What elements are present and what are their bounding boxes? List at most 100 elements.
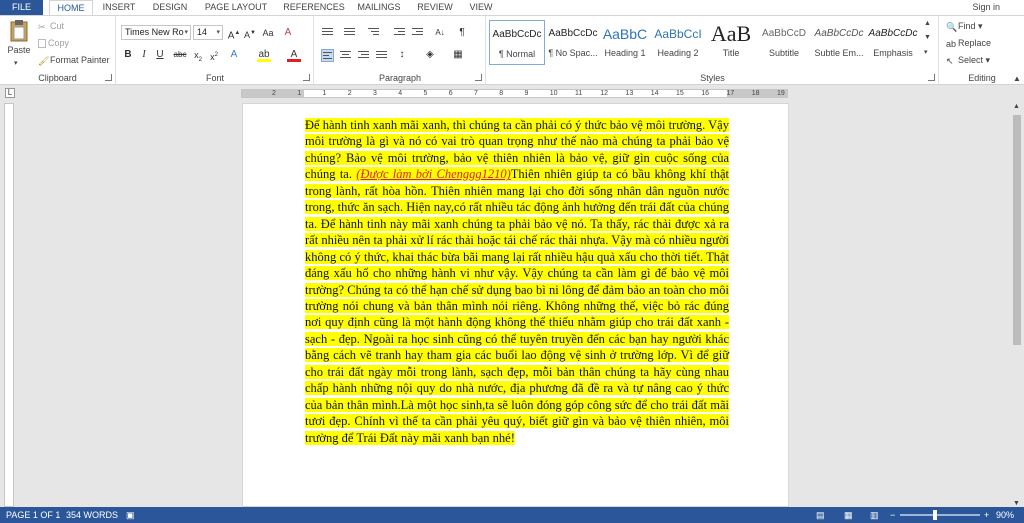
zoom-out-icon[interactable]: − (890, 507, 895, 523)
tab-home[interactable]: HOME (49, 0, 93, 15)
style-normal[interactable]: AaBbCcDc ¶ Normal (489, 20, 545, 65)
tab-file[interactable]: FILE (0, 0, 43, 15)
bold-button[interactable]: B (121, 48, 135, 62)
shrink-font-button[interactable]: A▼ (243, 26, 257, 40)
select-button[interactable]: ↖ Select ▾ (946, 55, 990, 66)
increase-indent-button[interactable] (411, 26, 424, 39)
horizontal-ruler: L 2 1 1 2 3 4 5 6 7 8 9 10 11 12 13 14 15 16 17 18 19 (0, 86, 1024, 101)
superscript-button[interactable]: x2 (207, 48, 221, 62)
find-button[interactable]: 🔍Find ▾ (946, 21, 983, 32)
shading-button[interactable]: ◈ (423, 48, 437, 62)
text-effects-button[interactable]: A (227, 48, 241, 62)
ruler-tick-label: 17 (726, 90, 735, 97)
sort-button[interactable]: A↓ (433, 26, 447, 40)
scroll-up-icon[interactable]: ▲ (1013, 103, 1020, 110)
underline-button[interactable]: U (153, 48, 167, 62)
clear-formatting-button[interactable]: A (281, 26, 295, 40)
style-heading-2[interactable]: AaBbCcI Heading 2 (650, 20, 706, 65)
tab-references[interactable]: REFERENCES (280, 0, 348, 15)
format-painter-button[interactable]: 🖌Format Painter (38, 55, 110, 66)
italic-button[interactable]: I (137, 48, 151, 62)
ribbon-tabs: FILE HOME INSERT DESIGN PAGE LAYOUT REFE… (0, 0, 1024, 15)
ruler-tick-label: 4 (398, 90, 403, 97)
font-name-combo[interactable]: Times New Ro ▾ (121, 25, 191, 40)
numbering-button[interactable] (343, 26, 356, 39)
paragraph-group-label: Paragraph (378, 73, 422, 83)
zoom-slider[interactable] (900, 514, 980, 516)
print-layout-icon[interactable]: ▦ (844, 507, 853, 523)
font-size-combo[interactable]: 14 ▾ (193, 25, 223, 40)
align-left-button[interactable] (321, 49, 334, 62)
bullets-button[interactable] (321, 26, 334, 39)
zoom-in-icon[interactable]: + (984, 507, 989, 523)
tab-review[interactable]: REVIEW (414, 0, 456, 15)
ruler-tick-label: 16 (701, 90, 710, 97)
sign-in-link[interactable]: Sign in (972, 0, 1000, 15)
vertical-scrollbar[interactable]: ▲ ▼ (1010, 103, 1024, 507)
tab-page-layout[interactable]: PAGE LAYOUT (200, 0, 272, 15)
paste-button[interactable]: Paste (6, 19, 32, 55)
justify-button[interactable] (375, 49, 388, 62)
paste-options-icon[interactable]: ▾ (14, 59, 18, 67)
strikethrough-button[interactable]: abc (173, 48, 187, 62)
cursor-icon: ↖ (946, 55, 954, 66)
style-no-spacing[interactable]: AaBbCcDc ¶ No Spac... (545, 20, 601, 65)
line-spacing-button[interactable]: ↕ (395, 48, 409, 62)
copy-button[interactable]: Copy (38, 38, 69, 49)
multilevel-list-button[interactable] (367, 26, 380, 39)
ruler-tick-label: 8 (499, 90, 504, 97)
scrollbar-thumb[interactable] (1013, 115, 1021, 345)
style-emphasis[interactable]: AaBbCcDc Emphasis (865, 20, 921, 65)
proofing-icon[interactable]: ▣ (126, 507, 135, 523)
show-formatting-button[interactable]: ¶ (455, 26, 469, 40)
ruler-tick-label: 7 (474, 90, 478, 97)
align-right-button[interactable] (357, 49, 370, 62)
zoom-slider-thumb[interactable] (933, 510, 937, 520)
decrease-indent-button[interactable] (393, 26, 406, 39)
read-mode-icon[interactable]: ▤ (816, 507, 825, 523)
styles-launcher-icon[interactable] (928, 74, 935, 81)
highlight-button[interactable]: ab (257, 48, 271, 62)
tab-insert[interactable]: INSERT (98, 0, 140, 15)
style-subtle-emphasis[interactable]: AaBbCcDc Subtle Em... (811, 20, 867, 65)
collapse-ribbon-icon[interactable]: ▲ (1013, 74, 1021, 83)
tab-mailings[interactable]: MAILINGS (354, 0, 404, 15)
tab-view[interactable]: VIEW (464, 0, 498, 15)
style-title[interactable]: AaB Title (703, 20, 759, 65)
zoom-level[interactable]: 90% (996, 507, 1014, 523)
styles-scroll-down-icon[interactable]: ▼ (924, 34, 931, 41)
style-subtitle[interactable]: AaBbCcD Subtitle (756, 20, 812, 65)
clipboard-launcher-icon[interactable] (105, 74, 112, 81)
subscript-button[interactable]: x2 (191, 48, 205, 63)
styles-scroll-up-icon[interactable]: ▲ (924, 20, 931, 27)
font-color-button[interactable]: A (287, 48, 301, 62)
copy-icon (38, 39, 46, 49)
cut-button[interactable]: ✂ Cut (38, 21, 64, 32)
style-name: ¶ Normal (498, 49, 536, 59)
replace-button[interactable]: ab Replace (946, 38, 991, 49)
document-page[interactable]: Để hành tinh xanh mãi xanh, thì chúng ta… (242, 103, 789, 507)
document-body[interactable]: Để hành tinh xanh mãi xanh, thì chúng ta… (305, 117, 730, 446)
styles-group-label: Styles (700, 73, 725, 83)
borders-button[interactable]: ▦ (451, 48, 465, 62)
font-launcher-icon[interactable] (303, 74, 310, 81)
change-case-button[interactable]: Aa (261, 26, 275, 40)
center-button[interactable] (339, 49, 352, 62)
tab-selector-icon[interactable]: L (5, 88, 15, 98)
style-heading-1[interactable]: AaBbC Heading 1 (597, 20, 653, 65)
style-preview: AaBbCcDc (548, 28, 598, 39)
tab-design[interactable]: DESIGN (148, 0, 192, 15)
ruler-tick-label: 2 (347, 90, 352, 97)
paragraph-launcher-icon[interactable] (475, 74, 482, 81)
web-layout-icon[interactable]: ▥ (870, 507, 879, 523)
select-label: Select (958, 55, 984, 65)
style-name: Heading 1 (604, 48, 646, 58)
grow-font-button[interactable]: A▲ (227, 26, 241, 41)
page-count[interactable]: PAGE 1 OF 1 (6, 507, 60, 523)
styles-more-icon[interactable]: ▾ (924, 48, 928, 56)
clipboard-icon (10, 20, 28, 42)
ruler-bar[interactable]: 2 1 1 2 3 4 5 6 7 8 9 10 11 12 13 14 15 16 17 18 19 (241, 89, 788, 98)
style-preview: AaBbCcI (654, 27, 702, 41)
word-count[interactable]: 354 WORDS (66, 507, 118, 523)
scroll-down-icon[interactable]: ▼ (1013, 500, 1020, 507)
